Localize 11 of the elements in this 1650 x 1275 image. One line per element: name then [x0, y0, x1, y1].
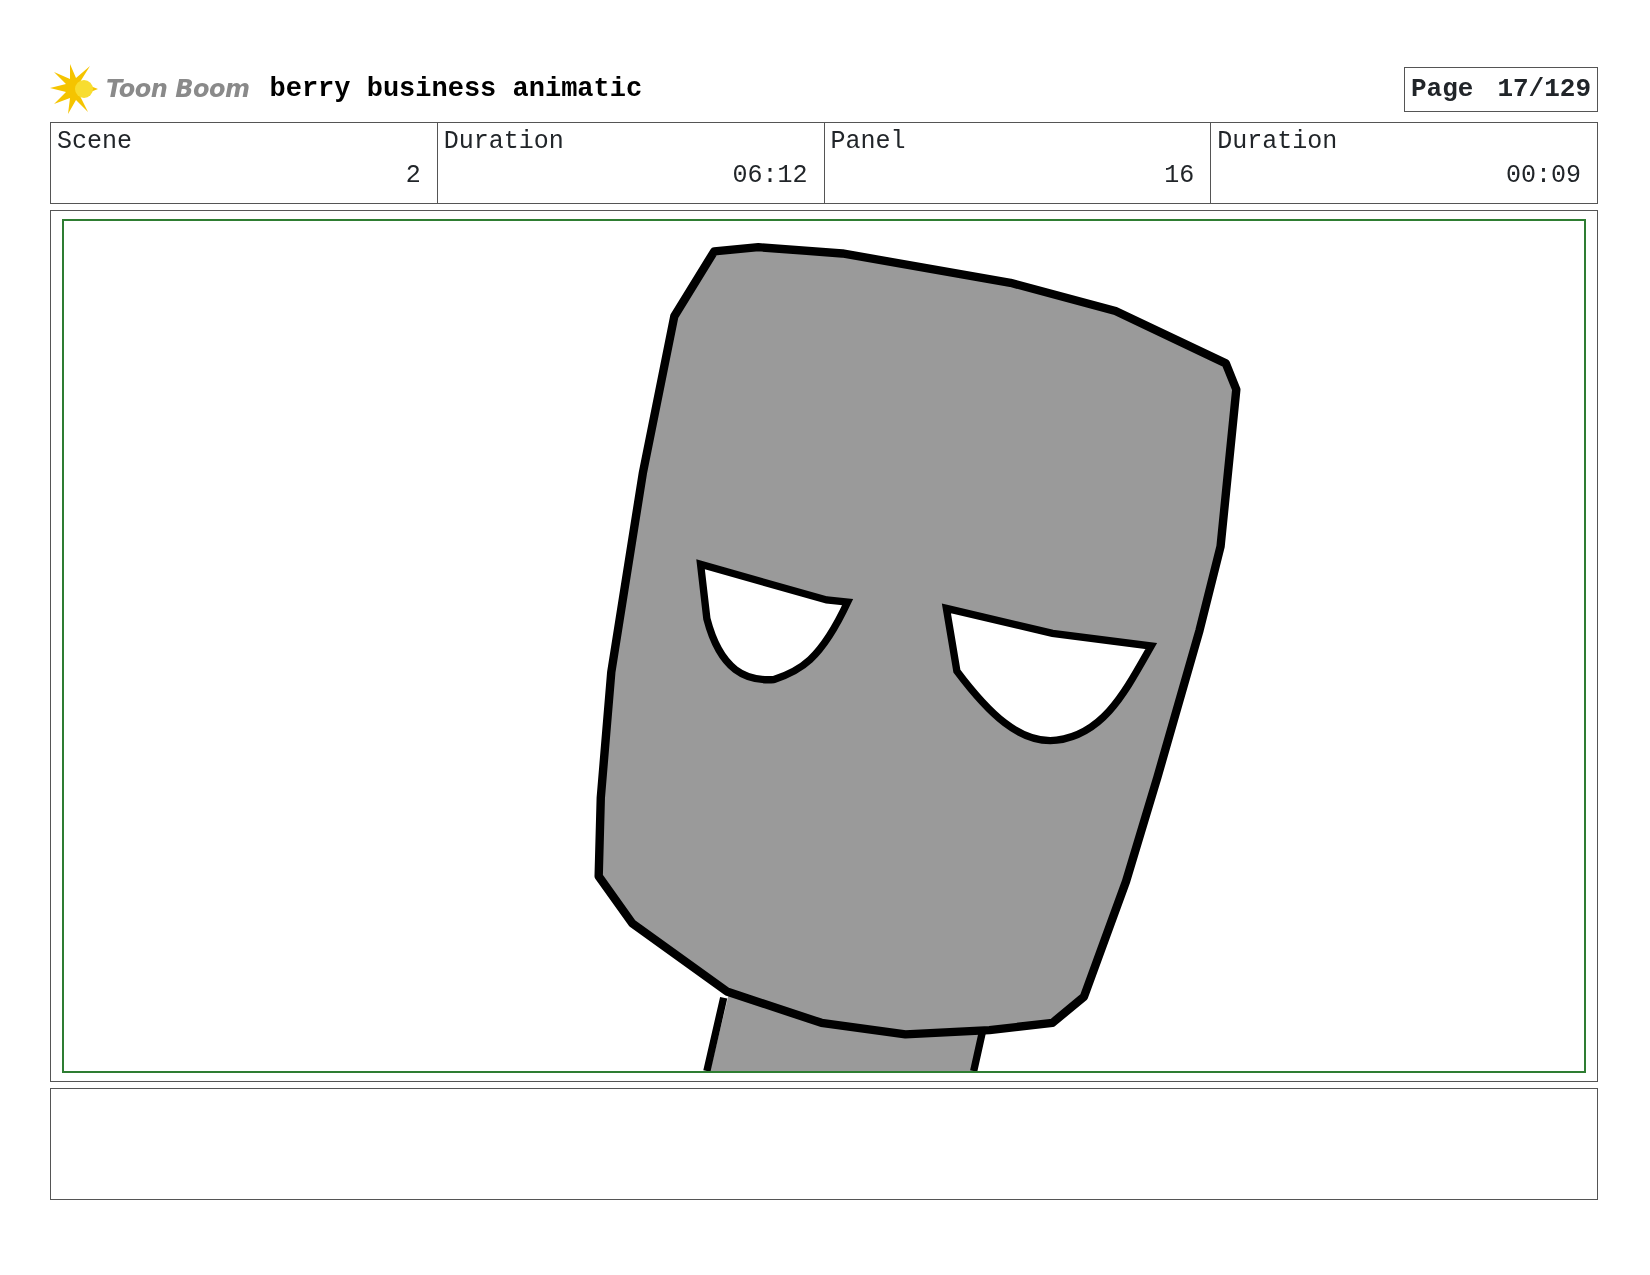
field-value: 00:09: [1506, 159, 1581, 192]
field-label: Duration: [443, 126, 564, 158]
field-value: 06:12: [732, 159, 808, 192]
field-value: 2: [405, 159, 421, 192]
field-label: Scene: [57, 126, 132, 158]
field-value: 16: [1164, 159, 1195, 192]
field-label: Duration: [1217, 126, 1338, 158]
logo-text: Toon Boom: [106, 74, 250, 105]
field-label: Panel: [830, 126, 906, 158]
page-counter: Page 17/129: [1403, 66, 1598, 112]
storyboard-title: berry business animatic: [269, 72, 643, 106]
